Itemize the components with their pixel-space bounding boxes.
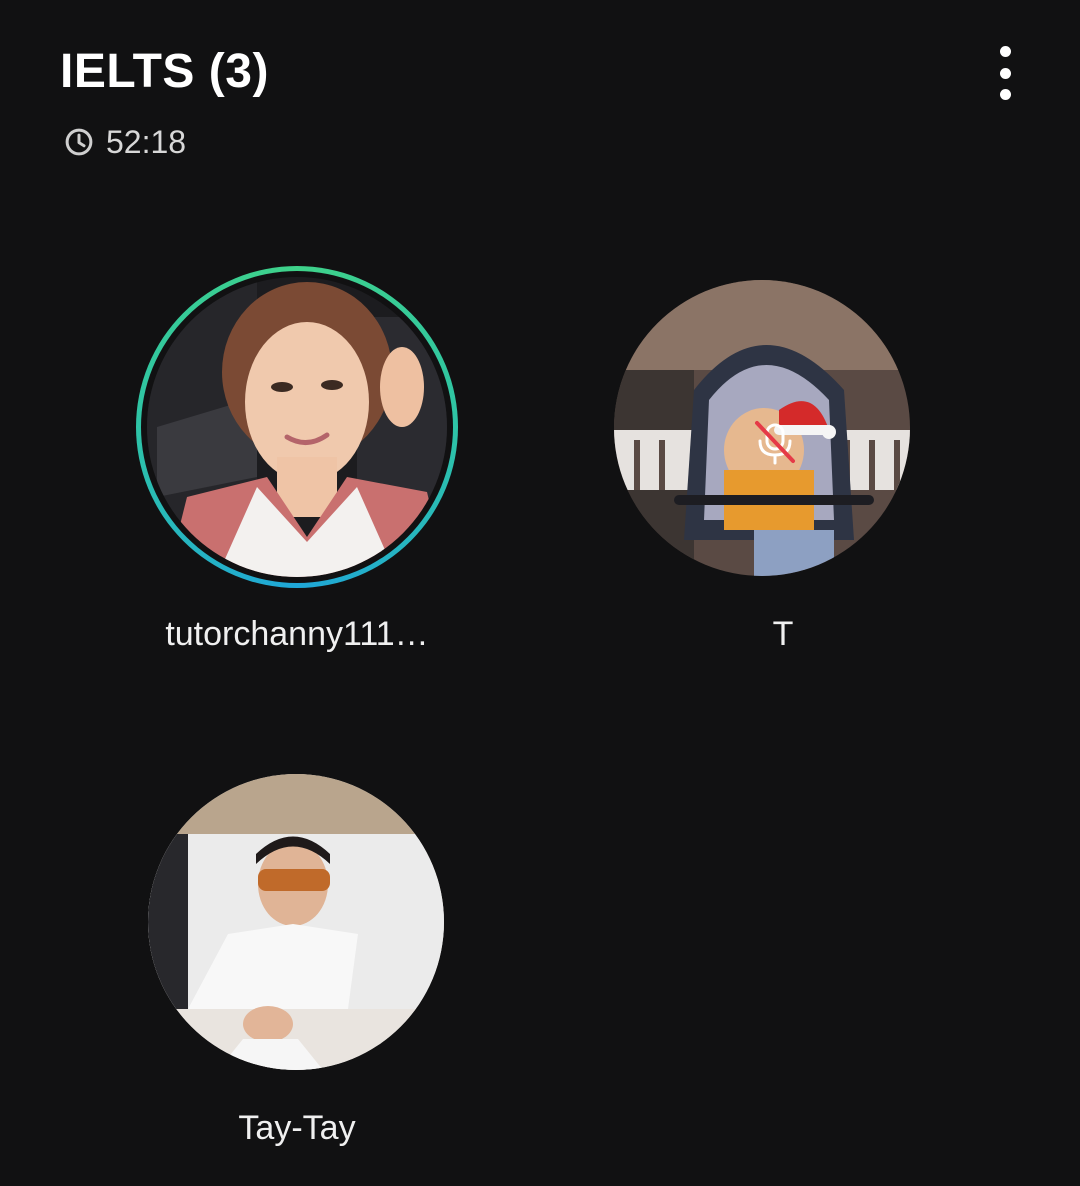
elapsed-time: 52:18 [106, 123, 187, 160]
avatar-container [136, 266, 458, 588]
participant-name: T [772, 615, 794, 653]
mic-off-icon [755, 421, 795, 465]
participant-tile[interactable]: tutorchanny111… [97, 266, 497, 656]
avatar-container [136, 760, 458, 1082]
participant-tile[interactable]: Tay-Tay [97, 760, 497, 1150]
more-options-button[interactable] [980, 40, 1030, 106]
avatar-container [614, 266, 944, 588]
avatar-photo [147, 277, 447, 577]
more-vertical-icon [999, 46, 1011, 57]
participant-name: Tay-Tay [238, 1109, 356, 1147]
room-title: IELTS (3) [60, 45, 269, 98]
call-timer: 52:18 [64, 122, 186, 162]
avatar-photo [148, 774, 444, 1070]
more-vertical-icon-dot [999, 89, 1011, 100]
call-header: IELTS (3) 52:18 [0, 0, 1080, 200]
avatar [148, 774, 444, 1070]
more-vertical-icon-dot [999, 67, 1011, 79]
avatar [147, 277, 447, 577]
participant-name: tutorchanny111… [165, 615, 429, 653]
clock-icon [65, 128, 93, 156]
participant-tile[interactable]: T [583, 266, 983, 656]
